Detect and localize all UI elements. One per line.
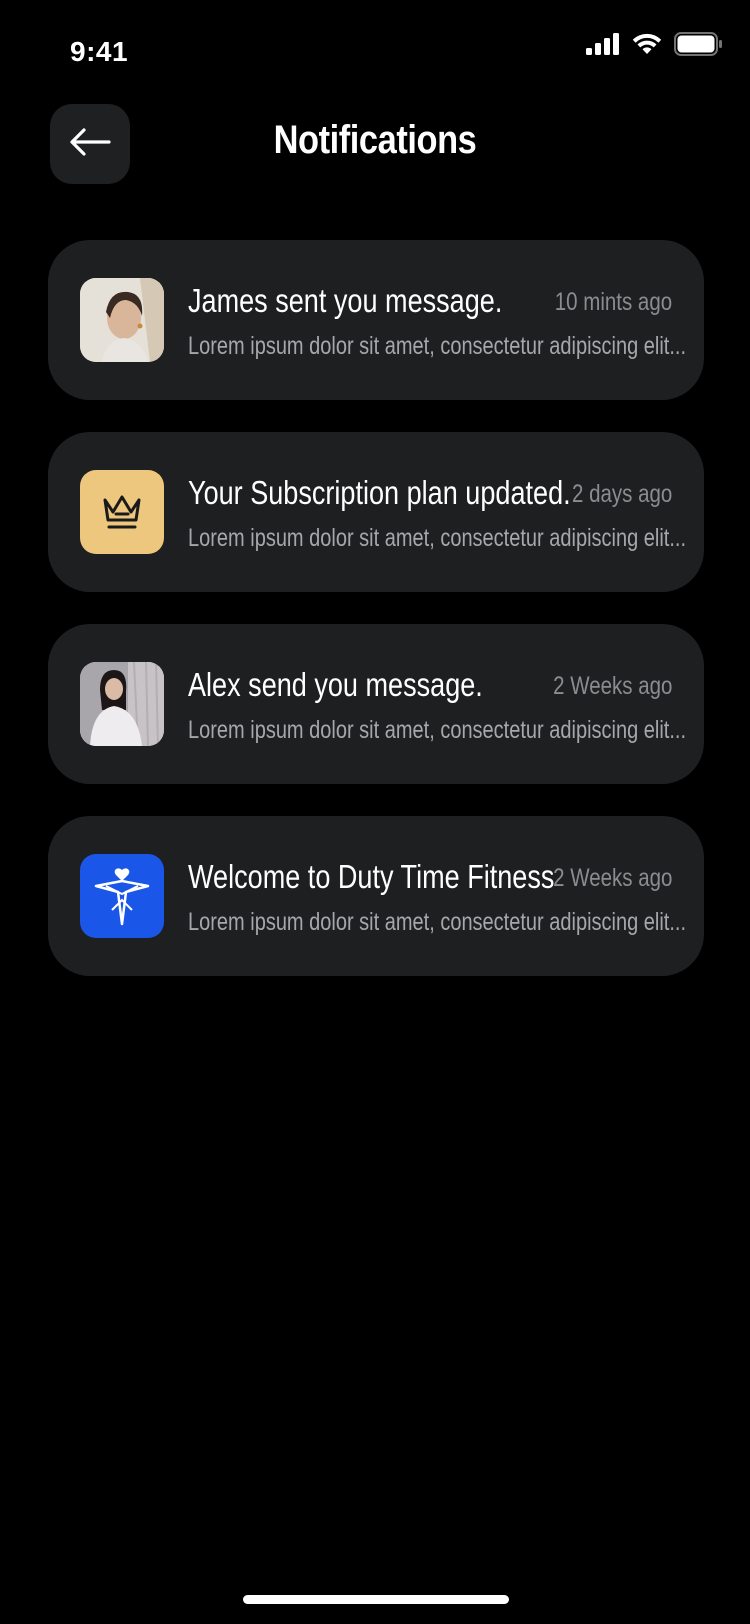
wifi-icon — [632, 33, 662, 60]
notification-body: Lorem ipsum dolor sit amet, consectetur … — [188, 332, 686, 360]
cellular-signal-icon — [586, 32, 620, 60]
status-bar: 9:41 — [0, 0, 750, 100]
notification-body: Lorem ipsum dolor sit amet, consectetur … — [188, 908, 686, 936]
notification-list: James sent you message. 10 mints ago Lor… — [48, 240, 704, 1008]
notification-item[interactable]: Alex send you message. 2 Weeks ago Lorem… — [48, 624, 704, 784]
notification-time: 2 Weeks ago — [552, 672, 672, 700]
notification-title: Alex send you message. — [188, 666, 483, 703]
app-logo-icon — [80, 854, 164, 938]
notification-time: 2 days ago — [571, 480, 672, 508]
battery-icon — [674, 31, 722, 61]
status-icons — [586, 31, 722, 61]
home-indicator[interactable] — [243, 1595, 509, 1604]
crown-icon — [80, 470, 164, 554]
notification-title: Welcome to Duty Time Fitness — [188, 858, 555, 895]
status-time: 9:41 — [70, 36, 129, 67]
page-title: Notifications — [273, 118, 477, 162]
notification-item[interactable]: Welcome to Duty Time Fitness 2 Weeks ago… — [48, 816, 704, 976]
notification-body: Lorem ipsum dolor sit amet, consectetur … — [188, 524, 686, 552]
notification-item[interactable]: Your Subscription plan updated. 2 days a… — [48, 432, 704, 592]
notification-title: James sent you message. — [188, 282, 503, 319]
user-photo-avatar — [80, 278, 164, 362]
notification-title: Your Subscription plan updated. — [188, 474, 571, 511]
notification-body: Lorem ipsum dolor sit amet, consectetur … — [188, 716, 686, 744]
notification-time: 10 mints ago — [554, 288, 672, 316]
notification-item[interactable]: James sent you message. 10 mints ago Lor… — [48, 240, 704, 400]
user-photo-avatar — [80, 662, 164, 746]
notification-time: 2 Weeks ago — [552, 864, 672, 892]
